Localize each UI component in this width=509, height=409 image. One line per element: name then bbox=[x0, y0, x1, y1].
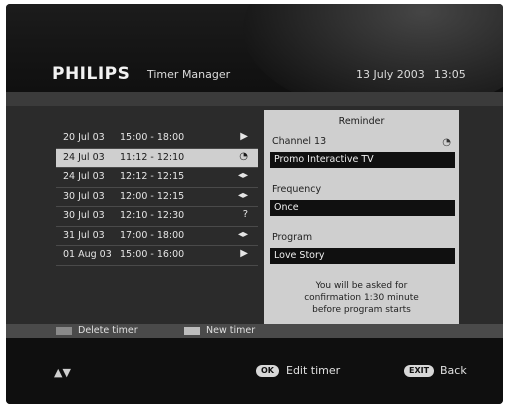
frequency-field[interactable]: Once bbox=[270, 200, 455, 216]
timer-row[interactable]: 31 Jul 03 17:00 - 18:00 ◂▸ bbox=[56, 227, 258, 245]
timer-date: 01 Aug 03 bbox=[63, 249, 112, 260]
footer: ▲▼ OK Edit timer EXIT Back bbox=[6, 338, 503, 404]
timer-date: 20 Jul 03 bbox=[63, 132, 105, 143]
exit-key[interactable]: EXIT bbox=[404, 365, 435, 377]
channel-field[interactable]: Promo Interactive TV bbox=[270, 152, 455, 168]
frequency-label: Frequency bbox=[272, 184, 322, 195]
timer-time: 12:00 - 12:15 bbox=[120, 190, 185, 202]
header-divider bbox=[6, 92, 503, 106]
timer-row[interactable]: 30 Jul 03 12:10 - 12:30? bbox=[56, 207, 258, 225]
timer-list: 20 Jul 03 15:00 - 18:00 ▶ 24 Jul 03 11:12 - … bbox=[56, 114, 258, 314]
note-line-1: You will be asked for bbox=[315, 281, 408, 291]
timer-time: 15:00 - 18:00 bbox=[120, 132, 185, 143]
timer-date: 24 Jul 03 bbox=[63, 171, 105, 182]
timer-date: 31 Jul 03 bbox=[63, 229, 105, 241]
timer-row[interactable]: 24 Jul 03 12:12 - 12:15 ◂▸ bbox=[56, 168, 258, 186]
header: PHILIPS Timer Manager 13 July 2003 13:05 bbox=[6, 4, 503, 114]
timer-date: 24 Jul 03 bbox=[63, 151, 105, 163]
reminder-note: You will be asked for confirmation 1:30 … bbox=[264, 280, 459, 316]
timer-date: 30 Jul 03 bbox=[63, 210, 105, 221]
reminder-icon: ◔ bbox=[239, 150, 248, 162]
new-color-key[interactable] bbox=[184, 327, 200, 335]
channel-label: Channel 13 bbox=[272, 136, 327, 147]
reminder-icon: ◔ bbox=[442, 137, 451, 148]
page-title: Timer Manager bbox=[147, 68, 231, 81]
delete-color-key[interactable] bbox=[56, 327, 72, 335]
brand-logo: PHILIPS bbox=[52, 64, 131, 84]
back-label: Back bbox=[440, 364, 467, 377]
up-down-arrows-icon[interactable]: ▲▼ bbox=[54, 366, 71, 379]
detail-title: Reminder bbox=[338, 116, 385, 127]
timer-row[interactable]: 24 Jul 03 11:12 - 12:10 ◔ bbox=[56, 148, 258, 167]
new-timer-label: New timer bbox=[206, 325, 256, 336]
timer-detail-panel: Reminder Channel 13 ◔ Promo Interactive … bbox=[264, 110, 459, 324]
current-date: 13 July 2003 bbox=[356, 68, 425, 81]
timer-row[interactable]: 01 Aug 03 15:00 - 16:00 ▶ bbox=[56, 246, 258, 264]
timer-time: 15:00 - 16:00 bbox=[120, 249, 185, 260]
row-divider bbox=[56, 264, 258, 266]
play-icon: ▶ bbox=[240, 131, 248, 142]
program-field[interactable]: Love Story bbox=[270, 248, 455, 264]
timer-time: 17:00 - 18:00 bbox=[120, 229, 185, 241]
timer-time: 12:10 - 12:30 bbox=[120, 210, 185, 221]
timer-row[interactable]: 30 Jul 03 12:00 - 12:15 ◂▸ bbox=[56, 188, 258, 206]
program-label: Program bbox=[272, 232, 313, 243]
tv-screen: PHILIPS Timer Manager 13 July 2003 13:05… bbox=[6, 4, 503, 404]
current-time: 13:05 bbox=[434, 68, 466, 81]
play-icon: ▶ bbox=[240, 248, 248, 259]
edit-timer-label: Edit timer bbox=[286, 364, 341, 377]
repeat-icon: ◂▸ bbox=[237, 170, 248, 181]
timer-row[interactable]: 20 Jul 03 15:00 - 18:00 ▶ bbox=[56, 129, 258, 147]
ok-key[interactable]: OK bbox=[256, 365, 279, 377]
repeat-icon: ◂▸ bbox=[237, 189, 248, 201]
note-line-3: before program starts bbox=[312, 305, 411, 315]
question-icon: ? bbox=[242, 209, 248, 220]
color-key-bar: Delete timer New timer bbox=[6, 324, 503, 338]
timer-date: 30 Jul 03 bbox=[63, 190, 105, 202]
note-line-2: confirmation 1:30 minute bbox=[304, 293, 419, 303]
timer-time: 12:12 - 12:15 bbox=[120, 171, 185, 182]
repeat-icon: ◂▸ bbox=[237, 228, 248, 240]
delete-timer-label: Delete timer bbox=[78, 325, 138, 336]
timer-time: 11:12 - 12:10 bbox=[120, 151, 185, 163]
